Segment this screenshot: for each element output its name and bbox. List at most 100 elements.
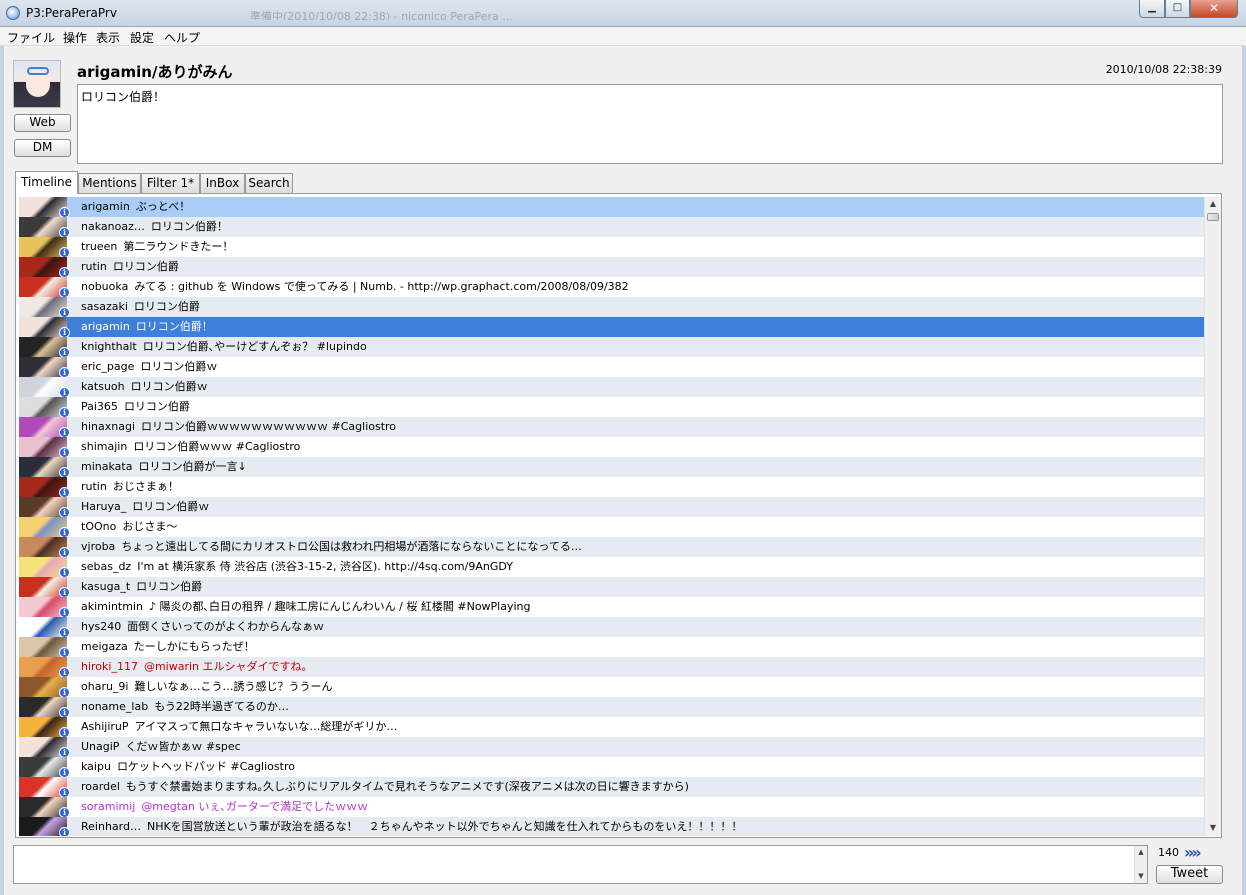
list-item[interactable]: i sasazaki ロリコン伯爵 — [19, 297, 1204, 317]
info-icon[interactable]: i — [59, 567, 70, 577]
tweet-input-scrollbar[interactable]: ▲ ▼ — [1134, 846, 1147, 883]
web-button[interactable]: Web — [14, 114, 71, 132]
list-item[interactable]: i trueen 第二ラウンドきたー！ — [19, 237, 1204, 257]
tweet-content: minakata ロリコン伯爵が一言↓ — [81, 457, 247, 477]
list-item[interactable]: i minakata ロリコン伯爵が一言↓ — [19, 457, 1204, 477]
info-icon[interactable]: i — [59, 487, 70, 497]
tab-search[interactable]: Search — [245, 173, 293, 194]
scroll-thumb[interactable] — [1207, 213, 1219, 221]
menu-help[interactable]: ヘルプ — [164, 29, 200, 46]
tweet-content: Pai365 ロリコン伯爵 — [81, 397, 190, 417]
info-icon[interactable]: i — [59, 307, 70, 317]
list-item[interactable]: i Pai365 ロリコン伯爵 — [19, 397, 1204, 417]
dm-button[interactable]: DM — [14, 139, 71, 157]
avatar[interactable] — [13, 60, 61, 108]
list-item[interactable]: i akimintmin ♪ 陽炎の都､白日の租界 / 趣味工房にんじんわいん / … — [19, 597, 1204, 617]
close-button[interactable]: ✕ — [1190, 0, 1238, 18]
scroll-up-icon[interactable]: ▲ — [1135, 848, 1147, 856]
list-item[interactable]: i AshijiruP アイマスって無口なキャラいないな…総理がギリか… — [19, 717, 1204, 737]
scroll-up-icon[interactable]: ▲ — [1205, 197, 1221, 211]
list-item[interactable]: i Haruya_ ロリコン伯爵ｗ — [19, 497, 1204, 517]
info-icon[interactable]: i — [59, 367, 70, 377]
tweet-text: アイマスって無口なキャラいないな…総理がギリか… — [134, 720, 398, 733]
info-icon[interactable]: i — [59, 287, 70, 297]
menu-operation[interactable]: 操作 — [63, 29, 87, 46]
info-icon[interactable]: i — [59, 247, 70, 257]
list-item[interactable]: i hys240 面倒くさいってのがよくわからんなぁｗ — [19, 617, 1204, 637]
tweet-content: shimajin ロリコン伯爵ｗｗｗ #Cagliostro — [81, 437, 300, 457]
info-icon[interactable]: i — [59, 427, 70, 437]
list-item[interactable]: i noname_lab もう22時半過ぎてるのか… — [19, 697, 1204, 717]
menu-view[interactable]: 表示 — [96, 29, 120, 46]
info-icon[interactable]: i — [59, 507, 70, 517]
tab-inbox[interactable]: InBox — [200, 173, 245, 194]
list-item[interactable]: i nobuoka みてる : github を Windows で使ってみる | … — [19, 277, 1204, 297]
list-item[interactable]: i arigamin ロリコン伯爵！ — [19, 317, 1204, 337]
info-icon[interactable]: i — [59, 727, 70, 737]
list-item[interactable]: i Reinhard… NHKを国営放送という輩が政治を語るな！ ２ちゃんやネット以… — [19, 817, 1204, 836]
list-item[interactable]: i sebas_dz I'm at 横浜家系 侍 渋谷店 (渋谷3-15-2, 渋谷… — [19, 557, 1204, 577]
list-item[interactable]: i kaipu ロケットヘッドパッド #Cagliostro — [19, 757, 1204, 777]
info-icon[interactable]: i — [59, 527, 70, 537]
info-icon[interactable]: i — [59, 587, 70, 597]
maximize-button[interactable]: □ — [1165, 0, 1190, 18]
minimize-button[interactable]: ▁ — [1139, 0, 1165, 18]
info-icon[interactable]: i — [59, 827, 70, 836]
tweet-input[interactable] — [13, 845, 1148, 884]
menu-file[interactable]: ファイル — [7, 29, 55, 46]
list-item[interactable]: i kasuga_t ロリコン伯爵 — [19, 577, 1204, 597]
list-item[interactable]: i rutin おじさまぁ！ — [19, 477, 1204, 497]
tab-timeline[interactable]: Timeline — [15, 171, 78, 194]
info-icon[interactable]: i — [59, 647, 70, 657]
send-arrows-icon[interactable]: »» — [1184, 843, 1202, 862]
info-icon[interactable]: i — [59, 747, 70, 757]
list-item[interactable]: i eric_page ロリコン伯爵ｗ — [19, 357, 1204, 377]
tweet-button[interactable]: Tweet — [1156, 865, 1223, 884]
info-icon[interactable]: i — [59, 607, 70, 617]
info-icon[interactable]: i — [59, 687, 70, 697]
list-item[interactable]: i hinaxnagi ロリコン伯爵ｗｗｗｗｗｗｗｗｗｗｗ #Cagliostro — [19, 417, 1204, 437]
list-item[interactable]: i hiroki_117 @miwarin エルシャダイですね。 — [19, 657, 1204, 677]
info-icon[interactable]: i — [59, 667, 70, 677]
list-item[interactable]: i oharu_9i 難しいなぁ…こう…誘う感じ？ううーん — [19, 677, 1204, 697]
tweet-content: meigaza たーしかにもらったぜ！ — [81, 637, 255, 657]
info-icon[interactable]: i — [59, 807, 70, 817]
list-item[interactable]: i katsuoh ロリコン伯爵ｗ — [19, 377, 1204, 397]
menu-settings[interactable]: 設定 — [130, 29, 154, 46]
list-item[interactable]: i knighthalt ロリコン伯爵､やーけどすんぞぉ？ #lupindo — [19, 337, 1204, 357]
info-icon[interactable]: i — [59, 547, 70, 557]
info-icon[interactable]: i — [59, 707, 70, 717]
list-item[interactable]: i soramimij @megtan いぇ､ガーターで満足でしたｗｗｗ — [19, 797, 1204, 817]
list-item[interactable]: i arigamin ぶっとべ！ — [19, 197, 1204, 217]
list-item[interactable]: i meigaza たーしかにもらったぜ！ — [19, 637, 1204, 657]
info-icon[interactable]: i — [59, 467, 70, 477]
info-icon[interactable]: i — [59, 767, 70, 777]
scroll-down-icon[interactable]: ▼ — [1205, 821, 1221, 835]
list-item[interactable]: i vjroba ちょっと遠出してる間にカリオストロ公国は救われ円相場が酒落にならな… — [19, 537, 1204, 557]
info-icon[interactable]: i — [59, 327, 70, 337]
info-icon[interactable]: i — [59, 627, 70, 637]
timeline-scrollbar[interactable]: ▲ ▼ — [1204, 197, 1221, 836]
info-icon[interactable]: i — [59, 407, 70, 417]
list-item[interactable]: i tOOno おじさま～ — [19, 517, 1204, 537]
tweet-text: ロリコン伯爵ｗｗｗｗｗｗｗｗｗｗｗ #Cagliostro — [141, 420, 397, 433]
tweet-username: eric_page — [81, 360, 135, 373]
tweet-username: sebas_dz — [81, 560, 132, 573]
list-item[interactable]: i UnagiP くだｗ皆かぁｗ #spec — [19, 737, 1204, 757]
info-icon[interactable]: i — [59, 207, 70, 217]
tweet-detail-text[interactable]: ロリコン伯爵！ — [77, 84, 1223, 164]
list-item[interactable]: i roardel もうすぐ禁書始まりますね｡久しぶりにリアルタイムで見れそうなアニ… — [19, 777, 1204, 797]
tab-filter-1[interactable]: Filter 1* — [141, 173, 200, 194]
list-item[interactable]: i rutin ロリコン伯爵 — [19, 257, 1204, 277]
timeline-list[interactable]: i arigamin ぶっとべ！ i nakanoaz… ロリコン伯爵！ i trueen 第二… — [19, 197, 1204, 836]
info-icon[interactable]: i — [59, 387, 70, 397]
scroll-down-icon[interactable]: ▼ — [1135, 872, 1147, 880]
list-item[interactable]: i shimajin ロリコン伯爵ｗｗｗ #Cagliostro — [19, 437, 1204, 457]
list-item[interactable]: i nakanoaz… ロリコン伯爵！ — [19, 217, 1204, 237]
info-icon[interactable]: i — [59, 447, 70, 457]
info-icon[interactable]: i — [59, 347, 70, 357]
info-icon[interactable]: i — [59, 787, 70, 797]
tab-mentions[interactable]: Mentions — [78, 173, 141, 194]
info-icon[interactable]: i — [59, 227, 70, 237]
info-icon[interactable]: i — [59, 267, 70, 277]
